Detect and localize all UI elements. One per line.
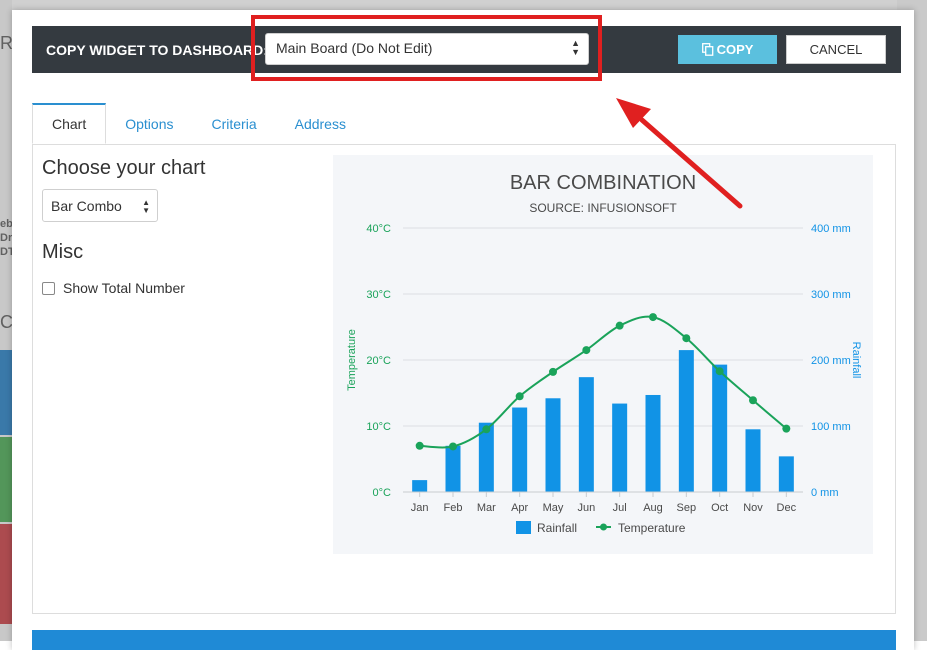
x-axis-tick: Jan — [411, 502, 429, 514]
temperature-point — [649, 313, 657, 322]
temperature-point — [682, 334, 691, 343]
legend-rainfall-swatch — [516, 521, 531, 534]
x-axis-tick: Oct — [711, 502, 728, 514]
x-axis-tick: Aug — [643, 502, 663, 514]
x-axis-tick: Jun — [577, 502, 595, 514]
tab-criteria[interactable]: Criteria — [192, 103, 275, 144]
choose-chart-title: Choose your chart — [42, 157, 206, 179]
chart-title: BAR COMBINATION — [510, 172, 696, 194]
right-axis-tick: 0 mm — [811, 487, 839, 499]
rainfall-bar — [678, 350, 694, 492]
copy-icon — [701, 43, 713, 56]
widget-tabs: Chart Options Criteria Address — [32, 103, 365, 145]
modal-footer-bar — [32, 630, 896, 650]
select-arrows-icon: ▲ ▼ — [142, 198, 150, 215]
right-axis-tick: 300 mm — [811, 289, 851, 301]
copy-button-label: COPY — [716, 42, 754, 57]
x-axis-tick: Mar — [477, 502, 496, 514]
left-axis-tick: 0°C — [373, 487, 392, 499]
highlight-box — [251, 15, 602, 81]
bar-combination-chart: BAR COMBINATION SOURCE: INFUSIONSOFT 0°C 10… — [346, 172, 862, 535]
rainfall-bar — [745, 429, 761, 492]
temperature-point — [415, 441, 424, 450]
x-axis-tick: Dec — [777, 502, 797, 514]
temperature-line — [419, 315, 787, 449]
temperature-point — [549, 367, 557, 376]
temperature-point — [749, 396, 757, 405]
legend-temperature-label: Temperature — [618, 521, 686, 535]
tab-address[interactable]: Address — [276, 103, 365, 144]
chart-preview: BAR COMBINATION SOURCE: INFUSIONSOFT 0°C 10… — [333, 155, 873, 554]
cancel-button[interactable]: CANCEL — [786, 35, 886, 64]
left-axis-label: Temperature — [346, 329, 358, 391]
copy-button[interactable]: COPY — [678, 35, 777, 64]
show-total-checkbox[interactable] — [42, 281, 55, 295]
temperature-point — [615, 321, 624, 330]
rainfall-bar — [612, 403, 628, 492]
show-total-label: Show Total Number — [63, 280, 185, 296]
tab-chart[interactable]: Chart — [32, 103, 107, 144]
rainfall-bar — [578, 377, 594, 492]
temperature-point — [449, 442, 457, 451]
x-axis-tick: Feb — [444, 502, 463, 514]
rainfall-bar — [645, 394, 661, 492]
temperature-point — [715, 367, 724, 376]
temperature-point — [482, 425, 491, 434]
x-axis-tick: Apr — [511, 502, 528, 514]
left-axis-tick: 10°C — [366, 421, 391, 433]
legend-rainfall-label: Rainfall — [537, 521, 577, 535]
show-total-row: Show Total Number — [42, 280, 185, 296]
copy-widget-label: COPY WIDGET TO DASHBOARD: — [46, 41, 268, 58]
rainfall-bar — [545, 398, 561, 492]
rainfall-bar — [412, 480, 428, 492]
right-axis-tick: 100 mm — [811, 421, 851, 433]
copy-widget-modal: COPY WIDGET TO DASHBOARD: Main Board (Do… — [12, 10, 914, 650]
left-axis-tick: 30°C — [366, 289, 391, 301]
legend-temperature-marker — [600, 523, 607, 531]
tab-options[interactable]: Options — [106, 103, 192, 144]
right-axis-tick: 200 mm — [811, 355, 851, 367]
right-axis-tick: 400 mm — [811, 223, 851, 235]
misc-title: Misc — [42, 241, 84, 263]
rainfall-bar — [712, 364, 728, 492]
temperature-point — [782, 424, 791, 433]
rainfall-bar — [512, 407, 528, 492]
temperature-point — [515, 392, 524, 401]
chart-type-select[interactable]: Bar Combo ▲ ▼ — [42, 189, 158, 222]
rainfall-bar — [445, 445, 461, 492]
chart-subtitle: SOURCE: INFUSIONSOFT — [529, 201, 677, 215]
right-axis-label: Rainfall — [850, 342, 862, 379]
rainfall-bar — [778, 456, 794, 492]
left-axis-tick: 20°C — [366, 355, 391, 367]
x-axis-tick: Sep — [677, 502, 697, 514]
x-axis-tick: May — [543, 502, 564, 514]
x-axis-tick: Jul — [613, 502, 627, 514]
x-axis-tick: Nov — [743, 502, 763, 514]
left-axis-tick: 40°C — [366, 223, 391, 235]
chart-type-value: Bar Combo — [51, 198, 122, 214]
temperature-point — [582, 346, 591, 355]
